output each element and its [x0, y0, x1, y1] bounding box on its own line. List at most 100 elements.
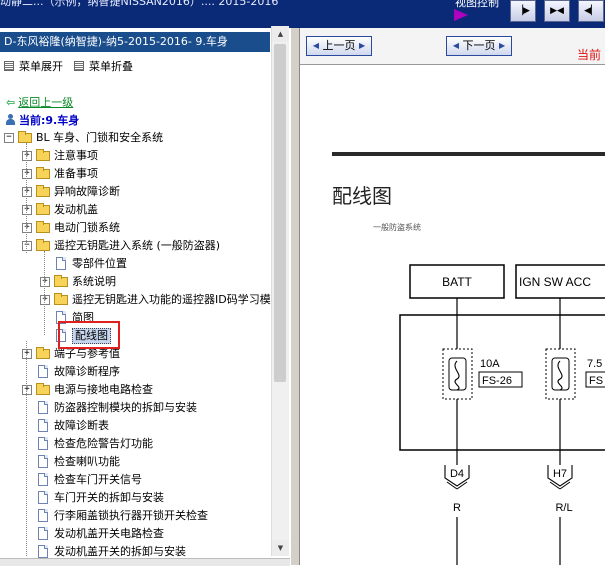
- list-icon: [4, 61, 14, 71]
- tree-item-label: 检查危险警告灯功能: [54, 437, 153, 450]
- tree-item[interactable]: 故障诊断表: [0, 417, 272, 435]
- expand-icon[interactable]: +: [22, 223, 32, 233]
- scroll-thumb[interactable]: [274, 44, 286, 382]
- current-location: 当前:9.车身: [6, 112, 79, 128]
- right-pane: ◀ 上一页 ▶ ◀ 下一页 ▶ 当前 配线图 一般防盗系统 BATT IGN S…: [300, 28, 605, 565]
- tree-item-label: 发动机盖开关的拆卸与安装: [54, 545, 186, 558]
- pane-left-button[interactable]: ◀▏: [578, 0, 604, 22]
- expand-icon[interactable]: +: [22, 169, 32, 179]
- expand-icon[interactable]: +: [40, 295, 50, 305]
- collapse-icon[interactable]: −: [4, 133, 14, 143]
- tree-item[interactable]: 故障诊断程序: [0, 363, 272, 381]
- left-scrollbar[interactable]: ▲ ▼: [271, 26, 289, 556]
- user-icon: [6, 114, 15, 125]
- tree-item-label: 车门开关的拆卸与安装: [54, 491, 164, 504]
- tree-item[interactable]: − BL 车身、门锁和安全系统: [0, 129, 272, 147]
- next-page-button[interactable]: ◀ 下一页 ▶: [446, 36, 512, 56]
- tree-item[interactable]: 检查喇叭功能: [0, 453, 272, 471]
- tree-item[interactable]: + 注意事项: [0, 147, 272, 165]
- pane-right-icon: ▕▶: [516, 6, 530, 16]
- expand-icon[interactable]: +: [22, 187, 32, 197]
- folder-icon: [36, 203, 50, 215]
- wire-color-r: R: [453, 502, 461, 514]
- tree-item[interactable]: + 异响故障诊断: [0, 183, 272, 201]
- tree-item[interactable]: + 发动机盖: [0, 201, 272, 219]
- pane-left-icon: ◀▏: [584, 6, 598, 16]
- collapse-icon[interactable]: −: [22, 241, 32, 251]
- tree-item-label: 零部件位置: [72, 257, 127, 270]
- tree-item-label: 行李厢盖锁执行器开锁开关检查: [54, 509, 208, 522]
- document-icon: [38, 527, 48, 540]
- tree-item-label: 准备事项: [54, 167, 98, 180]
- document-icon: [38, 473, 48, 486]
- batt-label: BATT: [442, 275, 472, 289]
- window-title: 动静二...（示例，纳智捷NISSAN2016）.... 2015-2016: [0, 0, 279, 8]
- expand-icon[interactable]: +: [40, 277, 50, 287]
- fuse1-id: FS-26: [482, 375, 512, 387]
- tree-item[interactable]: + 系统说明: [0, 273, 272, 291]
- menu-collapse-button[interactable]: 菜单折叠: [74, 58, 133, 74]
- folder-icon: [18, 131, 32, 143]
- tree-item[interactable]: 发动机盖开关电路检查: [0, 525, 272, 543]
- prev-page-button[interactable]: ◀ 上一页 ▶: [306, 36, 372, 56]
- tree-item-label: 防盗器控制模块的拆卸与安装: [54, 401, 197, 414]
- tree-item-label: 检查车门开关信号: [54, 473, 142, 486]
- tree-item-label: 故障诊断表: [54, 419, 109, 432]
- folder-icon: [36, 383, 50, 395]
- folder-icon: [36, 167, 50, 179]
- tree-item-label: 故障诊断程序: [54, 365, 120, 378]
- tree-item[interactable]: 发动机盖开关的拆卸与安装: [0, 543, 272, 558]
- back-link-label: 返回上一级: [18, 96, 74, 109]
- tree-item[interactable]: 简图: [0, 309, 272, 327]
- folder-icon: [36, 347, 50, 359]
- left-pane: D-东风裕隆(纳智捷)-纳5-2015-2016- 9.车身 菜单展开 菜单折叠…: [0, 28, 290, 558]
- tree-item[interactable]: 检查车门开关信号: [0, 471, 272, 489]
- expand-icon[interactable]: +: [22, 349, 32, 359]
- tree-item[interactable]: 车门开关的拆卸与安装: [0, 489, 272, 507]
- tree-connector-line: [26, 341, 27, 556]
- tree-item[interactable]: + 准备事项: [0, 165, 272, 183]
- expand-icon[interactable]: +: [22, 151, 32, 161]
- tree-item[interactable]: + 遥控无钥匙进入功能的遥控器ID码学习模: [0, 291, 272, 309]
- current-location-label: 当前:9.车身: [19, 114, 80, 127]
- tree-item[interactable]: + 电动门锁系统: [0, 219, 272, 237]
- fuse2-amperage: 7.5: [587, 358, 602, 370]
- pane-split-button[interactable]: ▶◀: [544, 0, 570, 22]
- menu-collapse-label: 菜单折叠: [89, 60, 133, 73]
- wiring-schematic: BATT IGN SW ACC 10A FS-26 7.5 FS D4 H7 R…: [399, 264, 605, 565]
- tree-item[interactable]: + 电源与接地电路检查: [0, 381, 272, 399]
- pane-divider[interactable]: [290, 28, 300, 565]
- tree-item[interactable]: 行李厢盖锁执行器开锁开关检查: [0, 507, 272, 525]
- document-icon: [56, 257, 66, 270]
- tree-connector-line: [44, 251, 45, 335]
- tree-item-label: 电动门锁系统: [54, 221, 120, 234]
- next-arrow-icon: ▶: [499, 41, 506, 50]
- play-arrow-icon[interactable]: [454, 9, 468, 21]
- tree-item[interactable]: 零部件位置: [0, 255, 272, 273]
- expand-icon[interactable]: +: [22, 205, 32, 215]
- tree-item[interactable]: 防盗器控制模块的拆卸与安装: [0, 399, 272, 417]
- tree-item-label: 遥控无钥匙进入系统 (一般防盗器): [54, 239, 221, 252]
- fuse1-amperage: 10A: [480, 358, 500, 370]
- folder-icon: [36, 185, 50, 197]
- expand-icon[interactable]: +: [22, 385, 32, 395]
- scroll-up-icon[interactable]: ▲: [272, 26, 289, 42]
- tree-item[interactable]: + 端子与参考值: [0, 345, 272, 363]
- tree-item[interactable]: − 遥控无钥匙进入系统 (一般防盗器): [0, 237, 272, 255]
- document-icon: [38, 491, 48, 504]
- next-arrow-left-icon: ◀: [452, 41, 459, 50]
- tree-item-label: 电源与接地电路检查: [54, 383, 153, 396]
- prev-arrow-right-icon: ▶: [359, 41, 366, 50]
- document-icon: [38, 545, 48, 558]
- back-link[interactable]: ⇦ 返回上一级: [6, 94, 73, 110]
- document-icon: [38, 455, 48, 468]
- window-top-strip: 动静二...（示例，纳智捷NISSAN2016）.... 2015-2016 视…: [0, 0, 605, 28]
- current-page-indicator: 当前: [577, 48, 602, 62]
- tree-item[interactable]: 配线图: [0, 327, 272, 345]
- menu-expand-button[interactable]: 菜单展开: [4, 58, 63, 74]
- tree-item-label: 发动机盖开关电路检查: [54, 527, 164, 540]
- pane-right-button[interactable]: ▕▶: [510, 0, 536, 22]
- tree-item[interactable]: 检查危险警告灯功能: [0, 435, 272, 453]
- document-view: 配线图 一般防盗系统 BATT IGN SW ACC 10A FS-26 7.5…: [300, 65, 605, 565]
- scroll-down-icon[interactable]: ▼: [272, 540, 289, 556]
